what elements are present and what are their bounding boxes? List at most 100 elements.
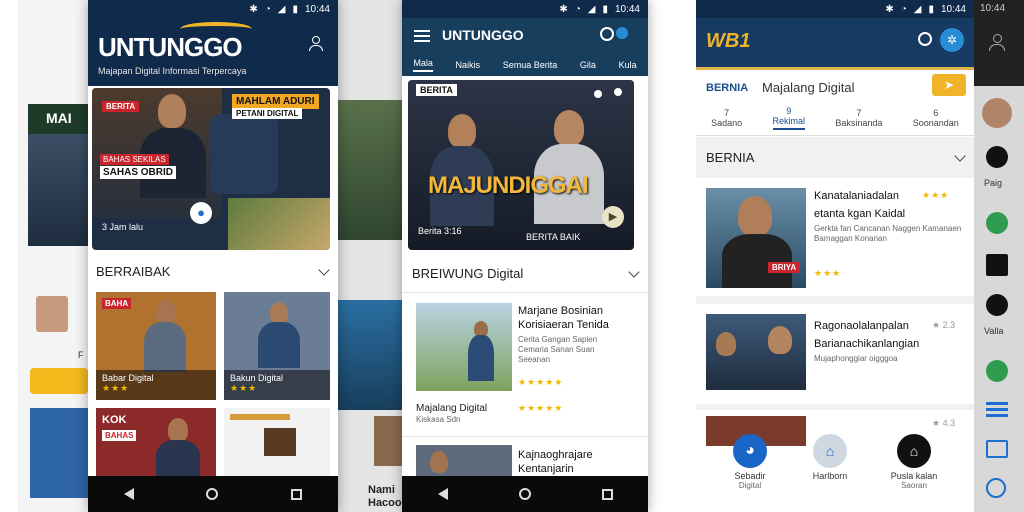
category-tab-1[interactable]: 7 Sadano [711,108,742,128]
host-1-head [448,114,476,148]
article-row-2[interactable]: Kajnaoghrajare Kentanjarin [402,436,648,479]
article-card-2-rating: ★ 2.3 [932,320,956,330]
hero-headline-sub: PETANI DIGITAL [232,108,303,119]
article-2-title: Kajnaoghrajare [518,449,593,461]
brand-mark: WB1 [706,30,751,52]
article-2-image [416,445,512,479]
chevron-down-icon[interactable] [628,265,640,278]
search-icon[interactable] [600,27,614,41]
profile-dot-icon[interactable] [616,27,628,39]
video-meta-right: BERITA BAIK [526,232,581,242]
home-icon[interactable] [518,488,531,500]
article-row-1[interactable]: Marjane Bosinian Korisiaeran Tenida Ceri… [402,292,648,432]
hero-headline-top: MAHLAM ADURI [232,94,319,109]
bg-avatar [36,296,68,332]
card-2-stars: ★★★ [230,383,258,393]
tab-semua[interactable]: Semua Berita [503,60,558,70]
home-icon[interactable] [206,488,219,500]
tab-gila[interactable]: Gila [580,60,596,70]
bottom-nav-sub-3: Saoran [901,481,927,490]
chevron-down-icon[interactable] [954,149,966,162]
side-label-2: Valla [984,326,1004,336]
category-tab-2[interactable]: 9 Rekimal [772,106,806,130]
section-header[interactable]: BERRAIBAK [96,263,330,279]
card-3[interactable]: KOK BAHAS [96,408,216,478]
bottom-nav-sub-1: Digital [738,481,762,490]
article-card-1-rating: ★★★ [922,190,950,200]
card-1-body [144,322,186,372]
category-tab-4[interactable]: 6 Soonandan [913,108,959,128]
card-1[interactable]: BAHA Babar Digital ★★★ [96,292,216,400]
article-card-2-snippet: Mujaphonggiar oigggoa [814,354,898,363]
hero-card[interactable]: BERITA MAHLAM ADURI PETANI DIGITAL BAHAS… [92,88,330,250]
menu-icon[interactable] [414,30,430,42]
wifi-icon: ◔ [264,3,271,15]
article-card-1-image: BRIYA [706,188,806,288]
phone-screen-category: ✱ ◔ ◢ ▮ 10:44 WB1 ✲ BERNIA Majalang Digi… [696,0,974,512]
article-card-1-snippet: Gerkta fan Cancanan Naggen Kamanaen Bama… [814,224,962,243]
app-header-3: WB1 ✲ [696,18,974,70]
side-message-icon[interactable] [986,212,1008,234]
bottom-nav-item-1[interactable]: ◕ Sebadir Digital [726,434,774,490]
hero-location-icon[interactable]: ● [190,202,212,224]
brand-tagline: Majapan Digital Informasi Terpercaya [98,66,247,76]
back-icon[interactable] [124,488,135,500]
bookmark-icon: ⌂ [813,434,847,468]
studio-light-icon [594,90,602,98]
section-header-3[interactable]: BERNIA [706,149,966,165]
tab-naikis[interactable]: Naikis [456,60,481,70]
hero-overlay-a: BAHAS SEKILAS [100,154,169,165]
status-bar-2: ✱ ◔ ◢ ▮ 10:44 [402,0,648,18]
bottom-nav-label-2: Harlborn [812,471,848,481]
settings-icon[interactable]: ✲ [940,28,964,52]
article-card-2-title: Ragonaolalanpalan [814,320,909,332]
tab-kula[interactable]: Kula [619,60,637,70]
side-chat-icon[interactable] [986,146,1008,168]
back-icon[interactable] [437,488,448,500]
category-action[interactable]: ➤ [932,74,966,96]
battery-icon: ▮ [928,3,934,15]
search-icon[interactable] [918,32,932,46]
video-hero[interactable]: BERITA MAJUNDIGGAI Berita 3:16 BERITA BA… [408,80,634,250]
category-tabs: 7 Sadano 9 Rekimal 7 Baksinanda 6 Soonandan [696,106,974,130]
side-list-icon[interactable] [986,402,1008,418]
bg-mid-caption-b: Hacoo [368,497,402,509]
bottom-nav-item-3[interactable]: ⌂ Pusla kalan Saoran [886,434,942,490]
side-whatsapp-icon[interactable] [986,360,1008,382]
app-header: UNTUNGGO Majapan Digital Informasi Terpe… [88,18,338,86]
side-avatar[interactable] [982,98,1012,128]
card-2[interactable]: Bakun Digital ★★★ [224,292,330,400]
battery-icon: ▮ [602,3,608,15]
background-app-mid: Nami Hacoo [338,0,408,512]
recents-icon[interactable] [601,488,613,500]
article-card-1-title: Kanatalaniadalan [814,190,900,202]
section-header-2[interactable]: BREIWUNG Digital [412,265,640,281]
account-icon[interactable] [988,34,1006,52]
chevron-down-icon[interactable] [318,263,330,276]
tab-mala[interactable]: Mala [413,58,433,72]
play-icon[interactable]: ▶ [602,206,624,228]
category-tab-3[interactable]: 7 Baksinanda [835,108,882,128]
bluetooth-icon: ✱ [885,3,894,15]
status-time-2: 10:44 [614,3,640,15]
side-clock-icon[interactable] [986,478,1006,498]
card-4[interactable] [224,408,330,478]
card-1-title: Babar Digital [102,373,154,383]
side-image-icon[interactable] [986,254,1008,276]
profile-icon[interactable] [308,36,324,52]
card-3-body [156,440,200,478]
section-title: BERRAIBAK [96,264,171,279]
hero-meta: 3 Jam lalu [102,222,144,232]
status-bar: ✱ ◔ ◢ ▮ 10:44 [88,0,338,18]
bottom-nav-item-2[interactable]: ⌂ Harlborn [806,434,854,481]
side-bubble-icon[interactable] [986,294,1008,316]
side-folder-icon[interactable] [986,440,1008,458]
article-card-1-stars: ★★★ [814,268,842,278]
system-navbar-2 [402,476,648,512]
card-3-title: KOK [102,414,127,426]
article-1-stars: ★★★★★ [518,377,564,387]
article-card-2[interactable]: Ragonaolalanpalan ★ 2.3 Barianachikanlan… [696,304,974,404]
recents-icon[interactable] [290,488,302,500]
article-card-1[interactable]: BRIYA Kanatalaniadalan ★★★ etanta kgan K… [696,178,974,296]
status-time-3: 10:44 [940,3,966,15]
